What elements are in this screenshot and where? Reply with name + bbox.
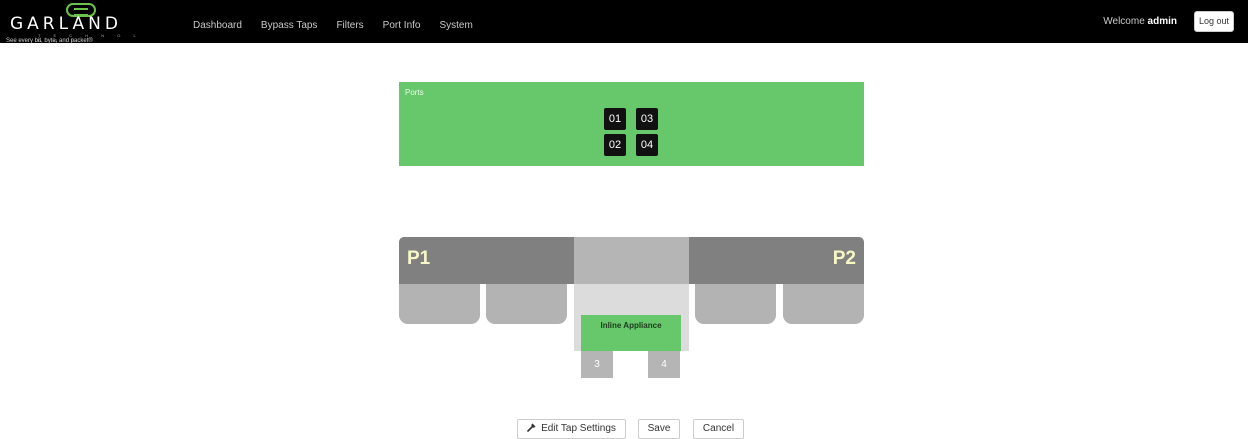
inline-appliance[interactable]: Inline Appliance (581, 315, 681, 351)
nav-dashboard[interactable]: Dashboard (193, 20, 242, 31)
edit-tap-settings-button[interactable]: Edit Tap Settings (517, 419, 626, 439)
appliance-port-4[interactable]: 4 (648, 351, 680, 378)
p2-port-a (695, 284, 776, 324)
p1-label: P1 (407, 248, 431, 269)
p2-port-b (783, 284, 864, 324)
save-button[interactable]: Save (638, 419, 680, 439)
p1-bar: P1 (399, 237, 574, 284)
p2-bar: P2 (689, 237, 864, 284)
port-03[interactable]: 03 (636, 108, 658, 130)
appliance-port-3[interactable]: 3 (581, 351, 613, 378)
nav-system[interactable]: System (439, 20, 472, 31)
logo-tagline: See every bit, byte, and packet® (6, 38, 93, 44)
welcome-prefix: Welcome (1103, 16, 1145, 27)
p1-port-a (399, 284, 480, 324)
nav-links: Dashboard Bypass Taps Filters Port Info Syst… (193, 15, 492, 31)
port-01[interactable]: 01 (604, 108, 626, 130)
nav-port-info[interactable]: Port Info (383, 20, 421, 31)
username: admin (1147, 16, 1177, 27)
cancel-button[interactable]: Cancel (693, 419, 744, 439)
logo-wordmark: GARLAND (10, 14, 122, 34)
garland-logo[interactable]: GARLAND T E C H N O L O G Y See every bi… (6, 3, 156, 44)
port-02[interactable]: 02 (604, 134, 626, 156)
logout-button[interactable]: Log out (1194, 11, 1234, 32)
nav-filters[interactable]: Filters (336, 20, 363, 31)
ports-panel: Ports 01 03 02 04 (399, 82, 864, 166)
top-navbar: GARLAND T E C H N O L O G Y See every bi… (0, 0, 1248, 44)
center-top-block (574, 237, 689, 284)
port-04[interactable]: 04 (636, 134, 658, 156)
inline-appliance-label: Inline Appliance (600, 321, 662, 330)
edit-tap-settings-label: Edit Tap Settings (541, 423, 616, 434)
nav-bypass-taps[interactable]: Bypass Taps (261, 20, 318, 31)
wrench-icon (527, 420, 537, 438)
p2-label: P2 (832, 248, 856, 269)
ports-panel-label: Ports (405, 88, 424, 97)
p1-port-b (486, 284, 567, 324)
welcome-text: Welcome admin (1103, 16, 1177, 27)
